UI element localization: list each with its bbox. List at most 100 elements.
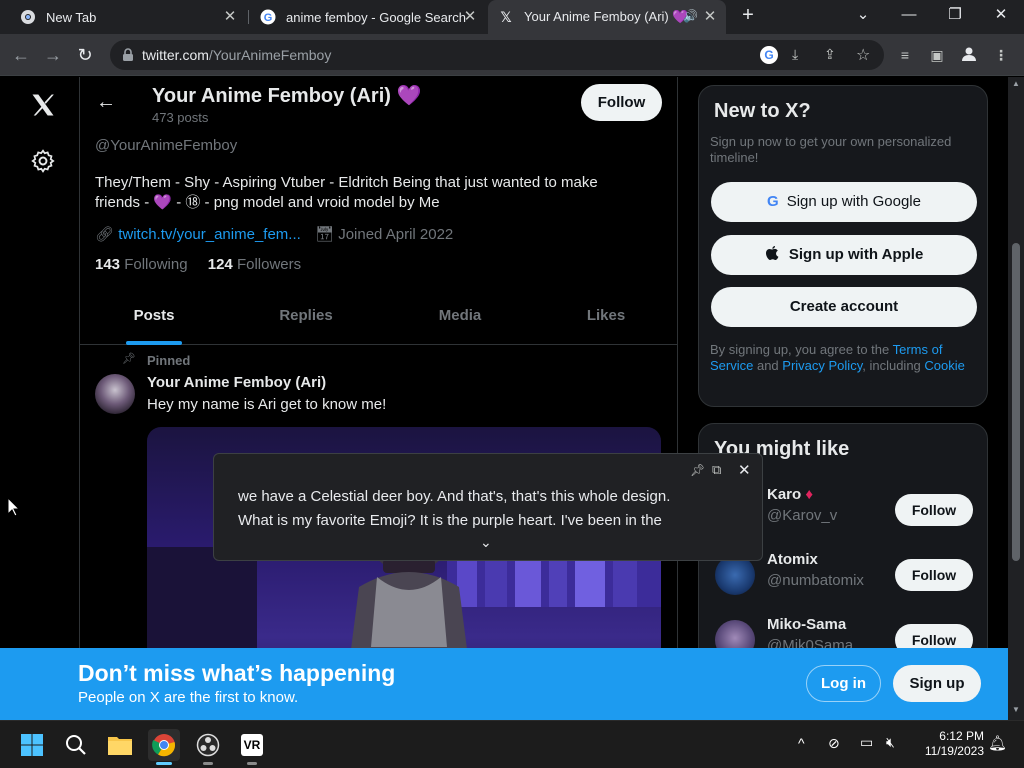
profile-bio: They/Them - Shy - Aspiring Vtuber - Eldr… [95, 173, 655, 213]
login-button[interactable]: Log in [806, 665, 881, 702]
suggestion-name: Atomix [767, 551, 818, 568]
camera-off-icon[interactable]: ⊘ [828, 735, 840, 752]
right-sidebar: New to X? Sign up now to get your own pe… [698, 77, 1008, 720]
pin-caption-icon[interactable]: 📌︎ [690, 463, 705, 477]
tab-media[interactable]: Media [410, 295, 510, 345]
scrollbar-thumb[interactable] [1012, 243, 1020, 561]
expand-caption-icon[interactable]: ⧉ [712, 462, 721, 478]
cookie-link[interactable]: Cookie [924, 358, 964, 373]
scroll-up-icon[interactable]: ▲ [1012, 79, 1020, 88]
close-window-button[interactable]: ✕ [978, 0, 1024, 32]
lock-icon[interactable] [122, 48, 134, 67]
file-explorer-icon[interactable] [104, 729, 136, 761]
new-tab-button[interactable]: + [728, 0, 768, 32]
back-arrow-icon[interactable]: ← [96, 91, 116, 114]
tab-posts[interactable]: Posts [102, 295, 206, 345]
banner-subtitle: People on X are the first to know. [78, 689, 299, 706]
follow-stats: 143 Following 124 Followers [95, 256, 301, 273]
profile-column: ← Your Anime Femboy (Ari) 💜 473 posts Fo… [79, 77, 678, 720]
chrome-icon [20, 9, 36, 25]
obs-icon[interactable] [192, 729, 224, 765]
tab-google-search[interactable]: G anime femboy - Google Search ✕ [250, 0, 486, 34]
settings-gear-icon[interactable] [30, 148, 56, 174]
windows-start-icon[interactable] [16, 729, 48, 761]
speaker-icon[interactable]: 🔊 [683, 9, 698, 23]
minimize-button[interactable]: — [886, 0, 932, 32]
windows-taskbar: VR ^ ⊘ ▭ 🔇︎ 6:12 PM 11/19/2023 🔔︎ [0, 720, 1024, 768]
bookmark-star-icon[interactable]: ☆ [856, 45, 870, 65]
tab-search-icon[interactable]: ⌄ [840, 0, 886, 32]
suggestion-name: Miko-Sama [767, 616, 847, 633]
volume-muted-icon[interactable]: 🔇︎ [886, 734, 895, 751]
menu-kebab-icon[interactable]: ⋮ [992, 46, 1010, 64]
tab-replies[interactable]: Replies [256, 295, 356, 345]
x-logo-icon[interactable] [29, 91, 59, 121]
tab-strip: New Tab ✕ G anime femboy - Google Search… [0, 0, 1024, 34]
profile-link[interactable]: twitch.tv/your_anime_fem... [118, 226, 301, 243]
url-text: twitter.com/YourAnimeFemboy [142, 47, 332, 63]
close-tab-icon[interactable]: ✕ [702, 9, 718, 25]
google-icon: G [260, 9, 276, 25]
tab-new-tab[interactable]: New Tab ✕ [10, 0, 246, 34]
follow-button[interactable]: Follow [895, 494, 973, 526]
avatar[interactable] [95, 374, 135, 414]
joined-date: Joined April 2022 [338, 226, 454, 243]
live-caption-panel[interactable]: 📌︎ ⧉ ✕ we have a Celestial deer boy. And… [213, 453, 763, 561]
twitter-page: ← Your Anime Femboy (Ari) 💜 473 posts Fo… [0, 77, 1024, 720]
system-clock[interactable]: 6:12 PM 11/19/2023 [912, 729, 984, 759]
pin-icon: 📌︎ [122, 353, 136, 365]
forward-icon[interactable]: → [40, 43, 66, 67]
post-author[interactable]: Your Anime Femboy (Ari) [147, 374, 326, 391]
page-scrollbar[interactable]: ▲ ▼ [1008, 77, 1024, 720]
following-stat[interactable]: 143 Following [95, 256, 188, 273]
reload-icon[interactable]: ↻ [72, 43, 98, 67]
signup-apple-button[interactable]: Sign up with Apple [711, 235, 977, 275]
calendar-icon: 📅︎ [314, 226, 335, 243]
follow-button[interactable]: Follow [895, 559, 973, 591]
install-icon[interactable]: ⤓ [792, 46, 798, 63]
banner-title: Don’t miss what’s happening [78, 660, 396, 686]
caption-line: we have a Celestial deer boy. And that's… [238, 488, 671, 505]
chevron-down-icon[interactable]: ⌄ [480, 534, 492, 551]
post-text: Hey my name is Ari get to know me! [147, 396, 387, 413]
close-tab-icon[interactable]: ✕ [462, 9, 478, 25]
media-controls-icon[interactable]: ≡ [896, 46, 914, 64]
terms-text: By signing up, you agree to the Terms of… [710, 342, 965, 373]
google-lens-icon[interactable]: G [760, 46, 778, 64]
share-icon[interactable]: ⇪ [824, 46, 836, 63]
clock-date: 11/19/2023 [924, 744, 984, 758]
bio-line: They/Them - Shy - Aspiring Vtuber - Eldr… [95, 174, 598, 191]
follow-button[interactable]: Follow [581, 84, 662, 121]
browser-toolbar: ← → ↻ twitter.com/YourAnimeFemboy G ⤓ ⇪ … [0, 34, 1024, 76]
svg-text:G: G [264, 12, 273, 24]
network-icon[interactable]: ▭ [860, 734, 873, 751]
new-to-x-title: New to X? [714, 100, 811, 122]
close-tab-icon[interactable]: ✕ [222, 9, 238, 25]
back-icon[interactable]: ← [8, 43, 34, 67]
notification-bell-icon[interactable]: 🔔︎ [988, 734, 1007, 752]
bio-line: friends - 💜 - ⑱ - png model and vroid mo… [95, 194, 440, 211]
side-panel-icon[interactable]: ▣ [928, 46, 946, 64]
clock-time: 6:12 PM [939, 729, 984, 743]
vroid-icon[interactable]: VR [236, 729, 268, 765]
tab-title: New Tab [46, 9, 97, 25]
new-to-x-subtitle: Sign up now to get your own personalized… [710, 134, 952, 165]
address-bar[interactable]: twitter.com/YourAnimeFemboy G ⤓ ⇪ ☆ [110, 40, 884, 70]
chrome-taskbar-icon[interactable] [148, 729, 180, 765]
show-hidden-icons-icon[interactable]: ^ [798, 735, 805, 751]
tab-twitter-profile[interactable]: 𝕏 Your Anime Femboy (Ari) 💜 🔊 ✕ [488, 0, 726, 34]
followers-stat[interactable]: 124 Followers [208, 256, 301, 273]
scroll-down-icon[interactable]: ▼ [1012, 705, 1020, 714]
signup-button[interactable]: Sign up [893, 665, 981, 702]
suggestion-name: Karo ♦ [767, 486, 814, 503]
privacy-link[interactable]: Privacy Policy [782, 358, 862, 373]
search-icon[interactable] [60, 729, 92, 761]
profile-icon[interactable] [960, 46, 978, 64]
close-caption-icon[interactable]: ✕ [738, 461, 751, 479]
restore-button[interactable]: ❐ [932, 0, 978, 32]
tab-likes[interactable]: Likes [556, 295, 656, 345]
signup-google-button[interactable]: G Sign up with Google [711, 182, 977, 222]
avatar[interactable] [715, 555, 755, 595]
tab-title: anime femboy - Google Search [286, 9, 466, 25]
create-account-button[interactable]: Create account [711, 287, 977, 327]
